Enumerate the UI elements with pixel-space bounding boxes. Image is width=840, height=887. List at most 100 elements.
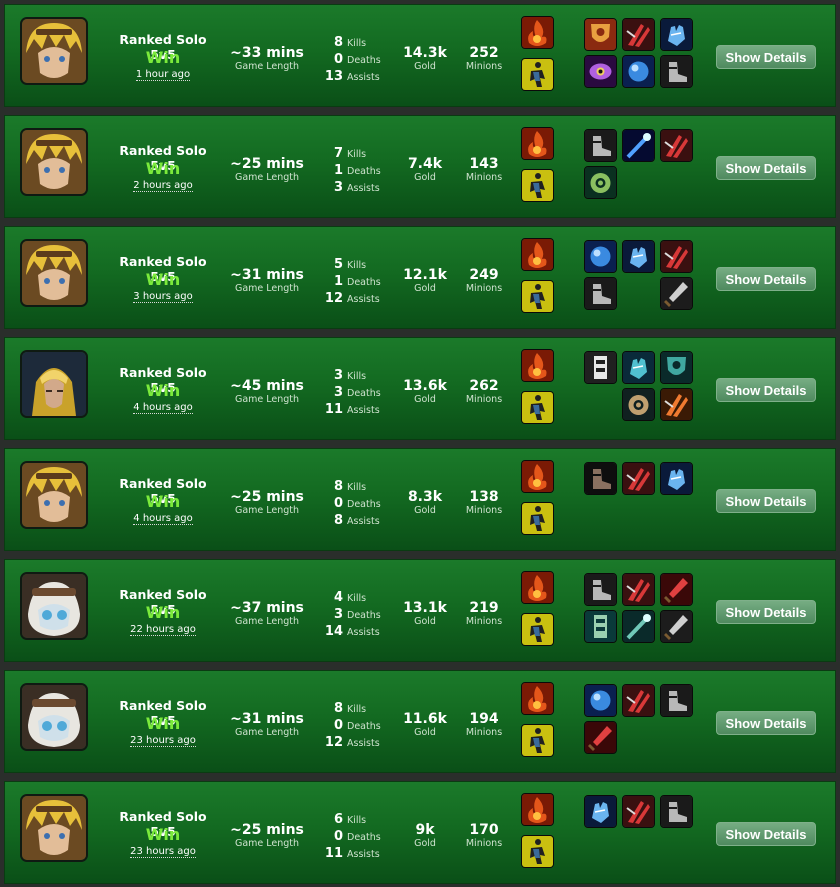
match-result: Win [145,492,181,511]
blue-orb-icon [622,55,655,88]
minions-label: Minions [465,616,503,627]
ghost-icon [521,613,554,646]
red-blade-icon [660,573,693,606]
teal-scythe-icon [622,610,655,643]
ignite-icon [521,349,554,382]
kills-stat: 8 Kills [317,35,397,51]
kills-label: Kills [347,260,367,271]
blue-orb-icon [584,684,617,717]
assists-label: Assists [347,405,380,416]
deaths-label: Deaths [347,832,381,843]
minions-label: Minions [465,727,503,738]
ignite-icon [521,571,554,604]
minions-label: Minions [465,61,503,72]
kills-stat: 7 Kills [317,146,397,162]
gold-value: 9k [415,822,435,838]
gold-label: Gold [414,283,436,294]
match-card: Ranked Solo 5v5 Win 23 hours ago ~25 mins Ga… [4,781,836,884]
assists-stat: 14 Assists [317,624,397,640]
time-ago-text: 4 hours ago [133,513,193,525]
teal-swirl-icon [622,388,655,421]
ignite-icon [521,460,554,493]
ghost-icon [521,835,554,868]
purple-eye-icon [584,55,617,88]
assists-count: 12 [324,291,343,306]
kills-stat: 4 Kills [317,590,397,606]
deaths-count: 1 [333,274,343,289]
green-amulet-icon [584,166,617,199]
minions-value: 219 [469,600,499,616]
show-details-button[interactable]: Show Details [716,489,816,513]
blond-champion-portrait [20,17,88,85]
ghost-icon [521,391,554,424]
match-result: Win [145,270,181,289]
gold-value: 13.1k [403,600,447,616]
deaths-label: Deaths [347,166,381,177]
deaths-count: 0 [333,496,343,511]
white-haired-champion-portrait [20,572,88,640]
deaths-count: 0 [333,718,343,733]
red-claw-icon [622,684,655,717]
kills-count: 7 [333,146,343,161]
match-result: Win [145,381,181,400]
game-length-label: Game Length [234,394,300,405]
show-details-button[interactable]: Show Details [716,267,816,291]
show-details-button[interactable]: Show Details [716,45,816,69]
deaths-label: Deaths [347,721,381,732]
red-claw-icon [622,795,655,828]
match-card: Ranked Solo 5v5 Win 4 hours ago ~25 mins Gam… [4,448,836,551]
kills-count: 8 [333,701,343,716]
deaths-count: 3 [333,385,343,400]
match-card: Ranked Solo 5v5 Win 23 hours ago ~31 mins Ga… [4,670,836,773]
show-details-button[interactable]: Show Details [716,156,816,180]
gold-value: 11.6k [403,711,447,727]
assists-label: Assists [347,627,380,638]
game-length-value: ~31 mins [230,711,304,727]
blue-gauntlet-icon [660,462,693,495]
deaths-label: Deaths [347,55,381,66]
match-result: Win [145,159,181,178]
show-details-button[interactable]: Show Details [716,711,816,735]
gold-value: 12.1k [403,267,447,283]
minions-value: 249 [469,267,499,283]
match-card: Ranked Solo 5v5 Win 4 hours ago ~45 mins Gam… [4,337,836,440]
assists-label: Assists [347,294,380,305]
kills-label: Kills [347,482,367,493]
kills-count: 4 [333,590,343,605]
gold-value: 7.4k [407,156,443,172]
assists-count: 3 [333,180,343,195]
match-card: Ranked Solo 5v5 Win 1 hour ago ~33 mins Game… [4,4,836,107]
game-length-label: Game Length [234,61,300,72]
time-ago-text: 3 hours ago [133,291,193,303]
ghost-icon [521,724,554,757]
show-details-button[interactable]: Show Details [716,600,816,624]
time-ago-text: 2 hours ago [133,180,193,192]
kills-stat: 3 Kills [317,368,397,384]
deaths-stat: 0 Deaths [317,718,397,734]
assists-label: Assists [347,183,380,194]
assists-label: Assists [347,516,380,527]
deaths-label: Deaths [347,610,381,621]
assists-count: 14 [324,624,343,639]
deaths-count: 3 [333,607,343,622]
match-result: Win [145,825,181,844]
time-ago-text: 22 hours ago [130,624,196,636]
game-length-value: ~31 mins [230,267,304,283]
teal-blade-icon [622,351,655,384]
show-details-button[interactable]: Show Details [716,822,816,846]
time-ago: 22 hours ago [105,624,221,636]
red-claw-icon [660,129,693,162]
ignite-icon [521,682,554,715]
blond-champion-portrait [20,239,88,307]
show-details-button[interactable]: Show Details [716,378,816,402]
time-ago: 4 hours ago [105,513,221,525]
game-length-label: Game Length [234,838,300,849]
assists-stat: 12 Assists [317,291,397,307]
minions-label: Minions [465,394,503,405]
blond-champion-portrait [20,461,88,529]
match-card: Ranked Solo 5v5 Win 2 hours ago ~25 mins Gam… [4,115,836,218]
gold-label: Gold [414,61,436,72]
kills-stat: 8 Kills [317,701,397,717]
ignite-icon [521,16,554,49]
minions-value: 262 [469,378,499,394]
